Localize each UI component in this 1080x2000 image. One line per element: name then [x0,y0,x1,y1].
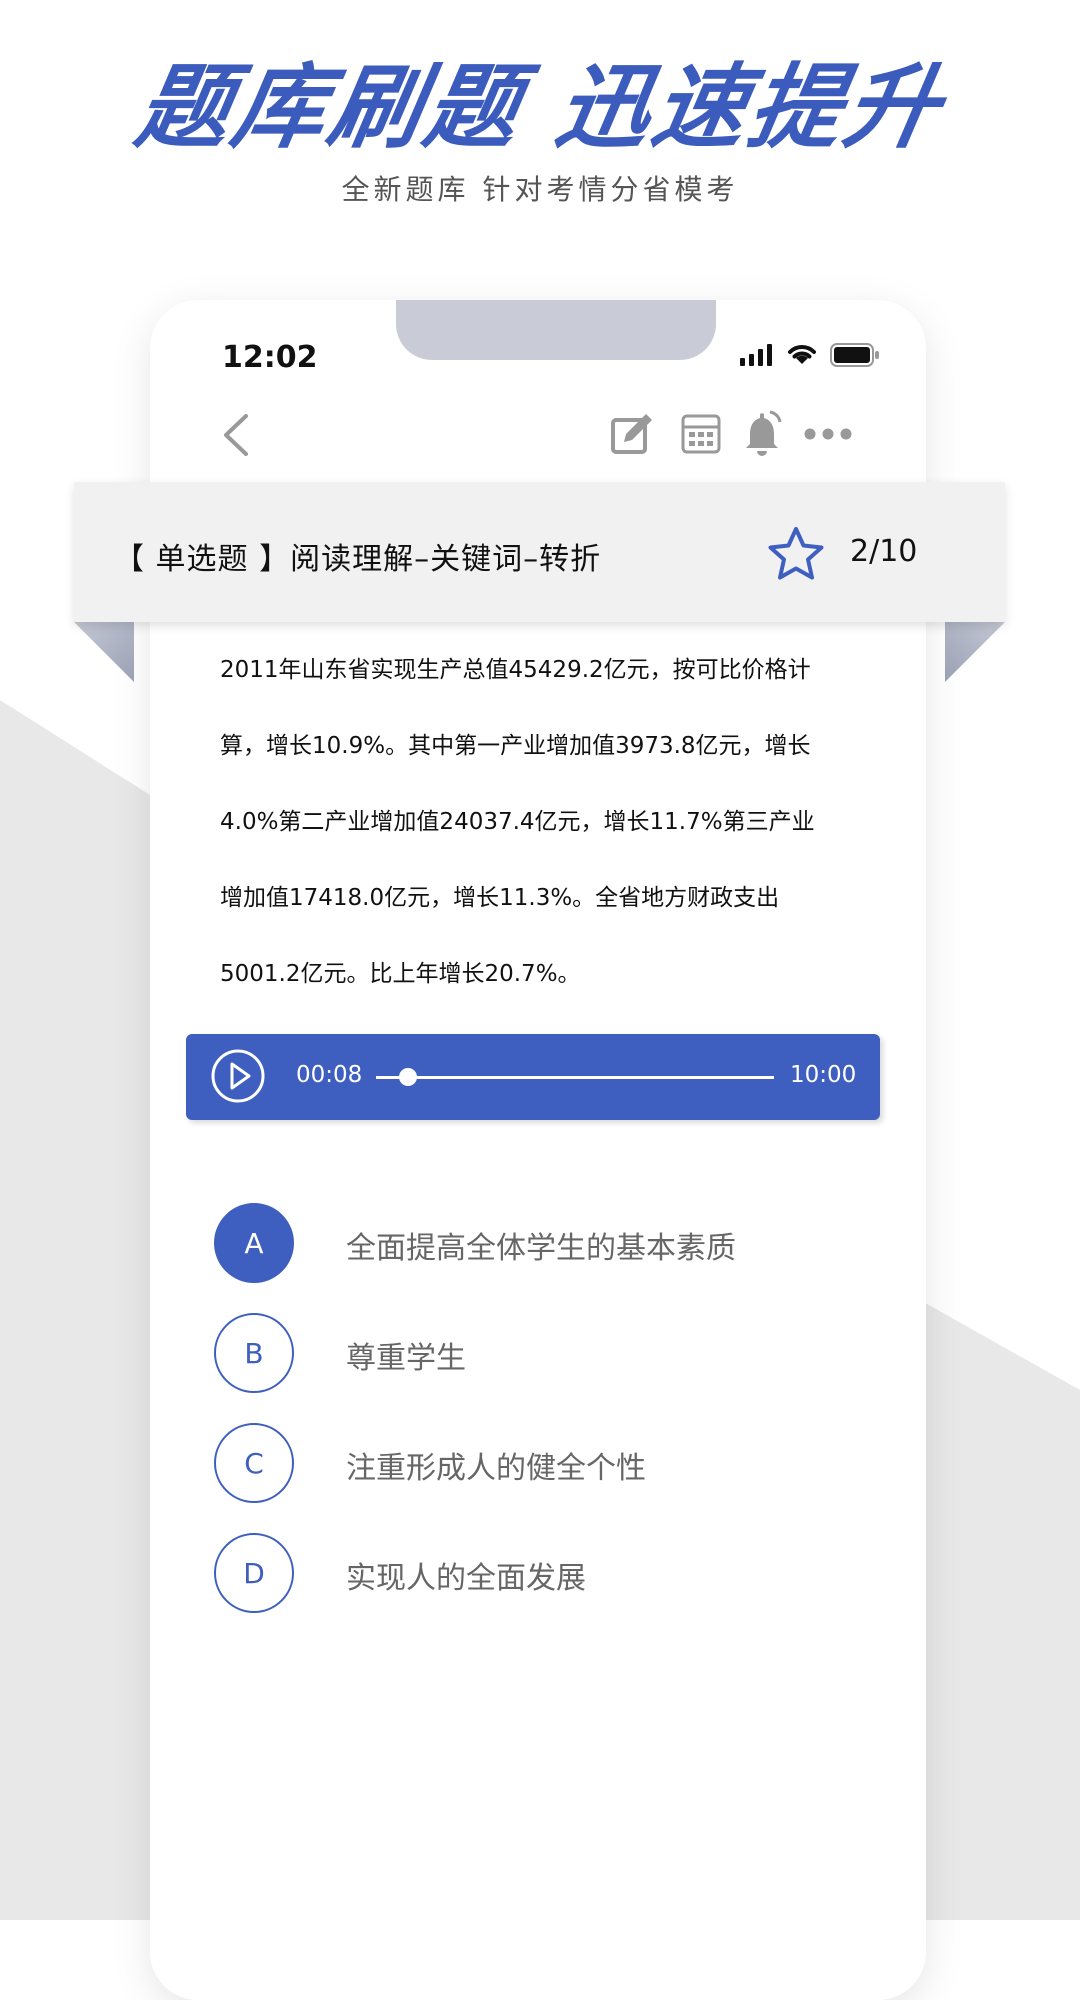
play-icon[interactable] [210,1048,266,1104]
audio-progress-track[interactable] [376,1068,774,1086]
option-a[interactable]: A 全面提高全体学生的基本素质 [214,1203,914,1285]
question-progress: 2/10 [850,534,918,569]
option-letter[interactable]: B [214,1313,294,1393]
cellular-signal-icon [740,344,772,366]
battery-icon [830,343,879,367]
phone-notch [396,300,716,360]
passage-line: 5001.2亿元。比上年增长20.7%。 [220,961,581,987]
question-type-label: 【 单选题 】阅读理解–关键词–转折 [114,542,602,577]
audio-player: 00:08 10:00 [186,1034,880,1120]
question-header: 【 单选题 】阅读理解–关键词–转折 2/10 [74,482,1005,622]
passage-line: 增加值17418.0亿元，增长11.3%。全省地方财政支出 [220,885,780,911]
option-letter[interactable]: A [214,1203,294,1283]
passage-line: 4.0%第二产业增加值24037.4亿元，增长11.7%第三产业 [220,809,815,835]
star-icon[interactable] [767,526,825,582]
audio-progress-thumb[interactable] [398,1068,417,1086]
option-text[interactable]: 注重形成人的健全个性 [346,1443,646,1487]
passage-line: 算，增长10.9%。其中第一产业增加值3973.8亿元，增长 [220,733,811,759]
hero-subtitle: 全新题库 针对考情分省模考 [341,173,739,206]
ribbon-fold-left [74,622,134,682]
option-letter[interactable]: D [214,1533,294,1613]
bell-icon[interactable] [740,410,784,456]
hero-title: 题库刷题 迅速提升 [128,54,952,161]
wifi-icon [788,345,816,364]
option-letter[interactable]: C [214,1423,294,1503]
edit-icon[interactable] [610,410,654,456]
more-icon[interactable] [804,410,854,456]
chevron-left-icon[interactable] [216,412,256,458]
ribbon-fold-right [945,622,1005,682]
status-time: 12:02 [222,340,318,375]
audio-current-time: 00:08 [296,1062,363,1088]
option-text[interactable]: 全面提高全体学生的基本素质 [346,1223,736,1267]
option-b[interactable]: B 尊重学生 [214,1313,914,1395]
option-text[interactable]: 实现人的全面发展 [346,1553,586,1597]
audio-total-time: 10:00 [790,1062,857,1088]
option-c[interactable]: C 注重形成人的健全个性 [214,1423,914,1505]
question-passage: 2011年山东省实现生产总值45429.2亿元，按可比价格计 算，增长10.9%… [220,632,870,1012]
option-text[interactable]: 尊重学生 [346,1333,466,1377]
passage-line: 2011年山东省实现生产总值45429.2亿元，按可比价格计 [220,657,811,683]
grid-icon[interactable] [680,410,724,456]
option-d[interactable]: D 实现人的全面发展 [214,1533,914,1615]
